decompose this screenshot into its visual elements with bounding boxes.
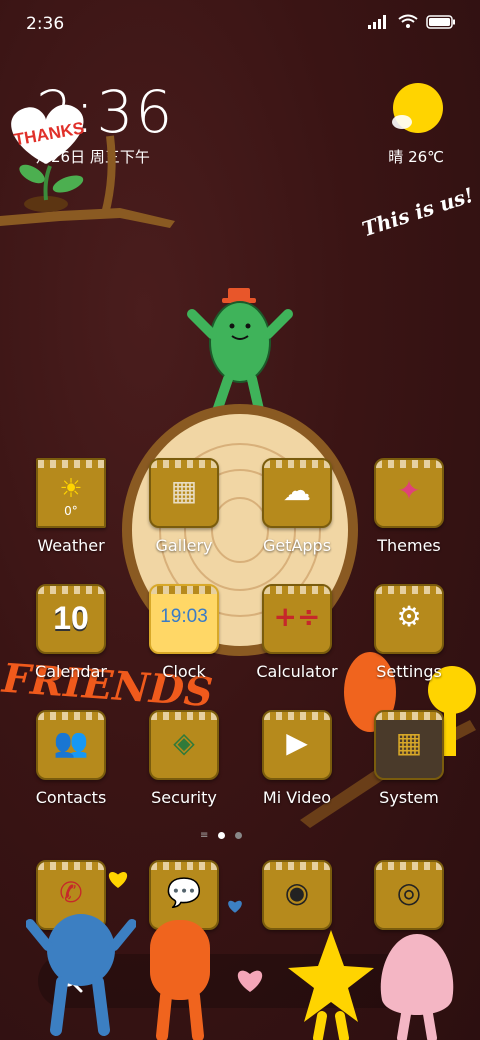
contacts-app-icon: 👥	[36, 710, 106, 780]
app-getapps[interactable]: ☁ GetApps	[247, 458, 347, 555]
yellow-heart-icon	[108, 871, 128, 888]
app-weather[interactable]: ☀ 0° Weather	[21, 458, 121, 555]
paint-splash-icon: ✦	[397, 474, 421, 507]
clock-app-icon: 19:03	[149, 584, 219, 654]
sun-icon[interactable]	[390, 82, 446, 136]
app-label: Calculator	[256, 662, 338, 681]
app-label: Weather	[37, 536, 105, 555]
pink-heart-icon	[237, 970, 263, 992]
weather-widget-text: 晴 26℃	[388, 148, 444, 166]
system-folder-icon: ▦	[374, 710, 444, 780]
gallery-app-icon: ▦	[149, 458, 219, 528]
calculator-app-icon: +÷	[262, 584, 332, 654]
yellow-star-character	[288, 930, 374, 1040]
security-app-icon: ◈	[149, 710, 219, 780]
app-mi-video[interactable]: ▶ Mi Video	[247, 710, 347, 807]
pink-character	[380, 934, 454, 1040]
app-label: Gallery	[155, 536, 213, 555]
status-icons	[368, 14, 456, 29]
people-icon: 👥	[53, 726, 89, 759]
app-label: Settings	[376, 662, 442, 681]
status-time: 2:36	[26, 14, 65, 34]
tagline-text: This is us!	[359, 182, 477, 242]
app-label: Themes	[377, 536, 441, 555]
settings-app-icon: ⚙	[374, 584, 444, 654]
app-label: Security	[151, 788, 217, 807]
page-list-icon: ≡	[200, 830, 209, 841]
page-dot-active	[218, 832, 226, 839]
calendar-app-icon: 10	[36, 584, 106, 654]
blue-heart-icon	[228, 900, 242, 913]
app-gallery[interactable]: ▦ Gallery	[134, 458, 234, 555]
page-dot	[235, 832, 243, 839]
thanks-plant-decoration: THANKS	[0, 104, 175, 228]
app-label: System	[379, 788, 439, 807]
app-contacts[interactable]: 👥 Contacts	[21, 710, 121, 807]
app-label: Calendar	[35, 662, 107, 681]
mi-video-app-icon: ▶	[262, 710, 332, 780]
calendar-date-number: 10	[53, 600, 89, 636]
play-icon: ▶	[286, 726, 308, 759]
vinyl-record-icon: ◉	[284, 876, 310, 909]
camera-lens-icon: ◎	[396, 876, 422, 909]
folder-grid-icon: ▦	[395, 726, 423, 759]
weather-app-icon: ☀ 0°	[36, 458, 106, 528]
blue-character	[26, 914, 136, 1036]
picture-frame-icon: ▦	[170, 474, 198, 507]
app-label: Mi Video	[262, 788, 332, 807]
app-calculator[interactable]: +÷ Calculator	[247, 584, 347, 681]
dock-camera[interactable]: ◎	[359, 860, 459, 930]
app-settings[interactable]: ⚙ Settings	[359, 584, 459, 681]
orange-bottom-character	[150, 920, 210, 1040]
signal-icon	[368, 14, 386, 29]
app-themes[interactable]: ✦ Themes	[359, 458, 459, 555]
wifi-icon	[398, 14, 418, 28]
themes-app-icon: ✦	[374, 458, 444, 528]
music-app-icon: ◉	[262, 860, 332, 930]
app-security[interactable]: ◈ Security	[134, 710, 234, 807]
shield-chip-icon: ◈	[173, 726, 195, 759]
sun-badge-icon: ☀	[59, 474, 83, 504]
cloud-download-icon: ☁	[283, 474, 311, 507]
battery-icon	[426, 14, 455, 29]
app-clock[interactable]: 19:03 Clock	[134, 584, 234, 681]
plus-divide-icon: +÷	[273, 600, 321, 633]
app-calendar[interactable]: 10 Calendar	[21, 584, 121, 681]
dock-music[interactable]: ◉	[247, 860, 347, 930]
gear-icon: ⚙	[396, 600, 422, 633]
app-label: Contacts	[35, 788, 107, 807]
page-indicator[interactable]: ≡	[200, 830, 243, 841]
app-label: GetApps	[262, 536, 332, 555]
app-system-folder[interactable]: ▦ System	[359, 710, 459, 807]
camera-app-icon: ◎	[374, 860, 444, 930]
clock-icon-time: 19:03	[160, 606, 208, 627]
getapps-app-icon: ☁	[262, 458, 332, 528]
weather-temp-badge: 0°	[64, 504, 78, 518]
app-label: Clock	[162, 662, 206, 681]
